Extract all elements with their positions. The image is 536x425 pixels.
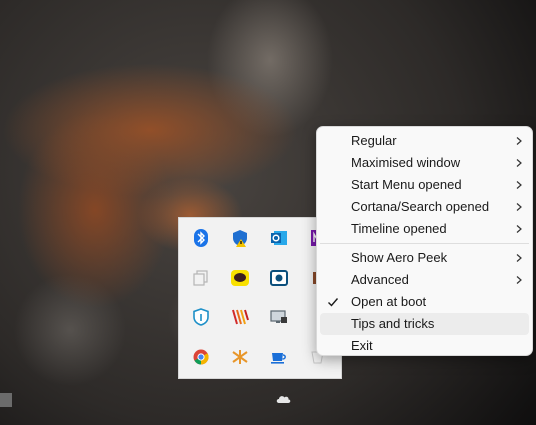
chevron-right-icon (516, 181, 522, 189)
onedrive-cloud-icon[interactable] (275, 394, 291, 404)
menu-item-label: Cortana/Search opened (351, 199, 490, 214)
menu-item-advanced[interactable]: Advanced (320, 269, 529, 291)
menu-item-show-aero-peek[interactable]: Show Aero Peek (320, 247, 529, 269)
menu-separator (320, 243, 529, 244)
menu-item-label: Exit (351, 338, 373, 353)
screenshot-icon[interactable] (270, 269, 288, 287)
menu-item-open-at-boot[interactable]: Open at boot (320, 291, 529, 313)
orange-app-icon[interactable] (231, 348, 249, 366)
bluetooth-icon[interactable] (192, 229, 210, 247)
copy-icon[interactable] (192, 269, 210, 287)
chevron-right-icon (516, 159, 522, 167)
menu-item-regular[interactable]: Regular (320, 130, 529, 152)
chevron-right-icon (516, 225, 522, 233)
menu-item-label: Advanced (351, 272, 409, 287)
menu-item-label: Maximised window (351, 155, 461, 170)
menu-item-cortana-search-opened[interactable]: Cortana/Search opened (320, 196, 529, 218)
menu-item-label: Regular (351, 133, 397, 148)
chevron-right-icon (516, 137, 522, 145)
menu-item-label: Start Menu opened (351, 177, 462, 192)
checkmark-icon (328, 298, 339, 307)
kakaotalk-icon[interactable] (231, 269, 249, 287)
chevron-right-icon (516, 203, 522, 211)
menu-item-maximised-window[interactable]: Maximised window (320, 152, 529, 174)
display-icon[interactable] (270, 308, 288, 326)
menu-item-label: Timeline opened (351, 221, 447, 236)
chevron-right-icon (516, 254, 522, 262)
menu-item-label: Show Aero Peek (351, 250, 448, 265)
chevron-right-icon (516, 276, 522, 284)
chrome-icon[interactable] (192, 348, 210, 366)
menu-item-exit[interactable]: Exit (320, 335, 529, 357)
coffee-icon[interactable] (270, 348, 288, 366)
stripes-app-icon[interactable] (231, 308, 249, 326)
menu-item-label: Open at boot (351, 294, 427, 309)
context-menu: Regular Maximised window Start Menu open… (316, 126, 533, 356)
security-shield-icon[interactable] (192, 308, 210, 326)
shield-warning-icon[interactable] (231, 229, 249, 247)
taskbar-partial-icon[interactable] (0, 393, 12, 407)
menu-item-label: Tips and tricks (351, 316, 435, 331)
outlook-icon[interactable] (270, 229, 288, 247)
menu-item-start-menu-opened[interactable]: Start Menu opened (320, 174, 529, 196)
menu-item-timeline-opened[interactable]: Timeline opened (320, 218, 529, 240)
menu-item-tips-and-tricks[interactable]: Tips and tricks (320, 313, 529, 335)
